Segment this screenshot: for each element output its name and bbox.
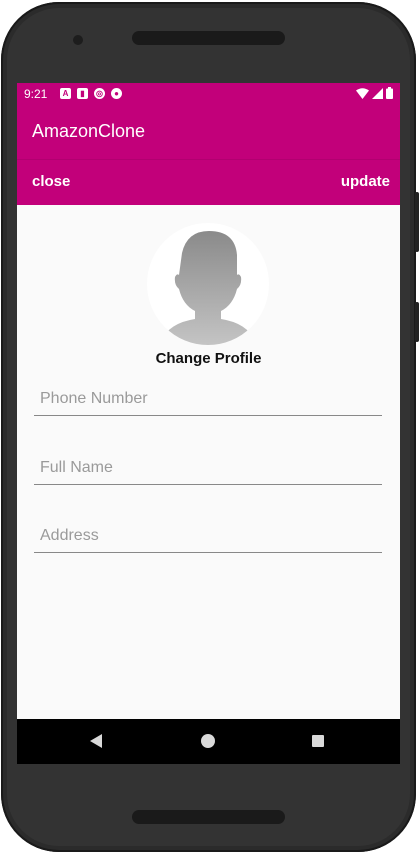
phone-number-input[interactable] (34, 383, 382, 415)
a-notification-icon: A (60, 88, 71, 99)
volume-button (415, 192, 419, 252)
app-title: AmazonClone (32, 121, 146, 141)
change-profile-button[interactable]: Change Profile (17, 350, 400, 367)
status-bar: 9:21 A ▮ ◎ ● (17, 83, 400, 105)
home-icon[interactable] (201, 734, 215, 748)
status-notification-icons: A ▮ ◎ ● (60, 88, 122, 99)
recent-apps-icon[interactable] (312, 735, 324, 747)
sync-icon: ◎ (94, 88, 105, 99)
wifi-icon (356, 87, 369, 99)
navigation-bar (17, 719, 400, 764)
status-time: 9:21 (24, 87, 48, 101)
address-field[interactable] (34, 520, 382, 553)
full-name-field[interactable] (34, 452, 382, 485)
back-icon[interactable] (90, 734, 102, 748)
address-input[interactable] (34, 520, 382, 552)
update-button[interactable]: update (341, 173, 390, 190)
chrome-icon: ● (111, 88, 122, 99)
power-button (415, 302, 419, 342)
phone-number-field[interactable] (34, 383, 382, 416)
app-screen: 9:21 A ▮ ◎ ● AmazonClone close update Ch… (17, 83, 400, 764)
settings-toolbar: close update (17, 159, 400, 205)
front-camera (73, 35, 83, 45)
battery-icon (386, 87, 393, 99)
full-name-input[interactable] (34, 452, 382, 484)
top-speaker (132, 31, 285, 45)
sd-card-icon: ▮ (77, 88, 88, 99)
close-button[interactable]: close (32, 173, 70, 190)
default-avatar-icon (161, 231, 255, 345)
signal-icon (372, 87, 383, 99)
bottom-speaker (132, 810, 285, 824)
app-bar: AmazonClone (17, 105, 400, 159)
status-system-icons (356, 87, 393, 99)
profile-image[interactable] (147, 223, 269, 345)
